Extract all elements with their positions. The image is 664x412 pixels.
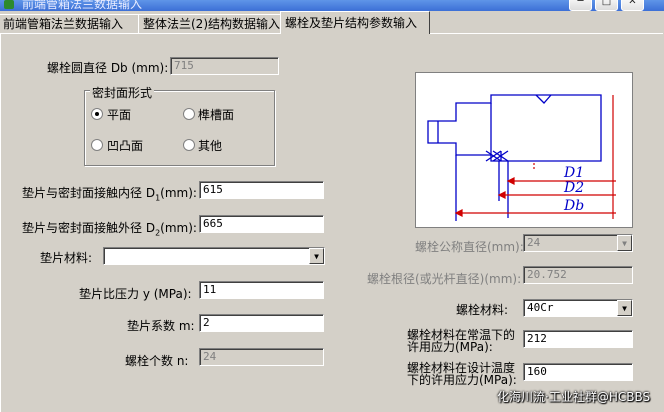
seal-groove-radio[interactable] [183, 108, 195, 120]
d2-label: 垫片与密封面接触外径 D2(mm): [22, 219, 197, 237]
m-label: 垫片系数 m: [127, 319, 195, 333]
tab-integral-flange-label: 整体法兰(2)结构数据输入 [143, 17, 280, 31]
gasket-material-label: 垫片材料: [40, 251, 93, 265]
stress-room-input[interactable]: 212 [523, 330, 633, 348]
seal-concave-radio[interactable] [91, 139, 103, 151]
maximize-button[interactable]: □ [595, 0, 618, 11]
d2-input[interactable]: 665 [199, 215, 324, 233]
bolt-material-select[interactable]: 40Cr ▼ [523, 299, 633, 317]
seal-flat-radio[interactable] [91, 108, 103, 120]
tab-integral-flange[interactable]: 整体法兰(2)结构数据输入 [138, 14, 284, 33]
bolt-nominal-select[interactable]: 24 ▼ [523, 234, 633, 252]
minimize-button[interactable]: ─ [569, 0, 592, 11]
db-input[interactable]: 715 [170, 57, 279, 75]
bolt-nominal-label: 螺栓公称直径(mm): [415, 240, 524, 254]
gasket-material-select[interactable]: ▼ [103, 247, 325, 265]
seal-other-radio[interactable] [183, 139, 195, 151]
stress-design-label-line2: 下的许用应力(MPa): [407, 373, 517, 387]
d1-label-suffix: (mm): [160, 186, 197, 200]
seal-flat-label: 平面 [107, 108, 132, 122]
seal-face-group [84, 90, 275, 166]
n-input[interactable]: 24 [199, 348, 324, 366]
seal-face-group-title: 密封面形式 [90, 84, 155, 101]
m-input[interactable]: 2 [199, 314, 324, 332]
stress-design-label: 螺栓材料在设计温度 下的许用应力(MPa): [407, 362, 517, 386]
seal-concave-label: 凹凸面 [107, 139, 144, 153]
diagram-label-d1: D1 [563, 165, 584, 181]
y-input[interactable]: 11 [199, 281, 324, 299]
tab-front-flange[interactable]: 前端管箱法兰数据输入 [0, 14, 140, 33]
d1-input[interactable]: 615 [199, 181, 324, 199]
bolt-material-value: 40Cr [527, 301, 554, 314]
tab-strip: 前端管箱法兰数据输入 整体法兰(2)结构数据输入 螺栓及垫片结构参数输入 [0, 11, 664, 34]
title-bar: 前端管箱法兰数据输入 ─ □ ✕ [0, 0, 664, 11]
d2-label-text: 垫片与密封面接触外径 D [22, 221, 156, 235]
tab-bolt-gasket-label: 螺栓及垫片结构参数输入 [285, 16, 418, 30]
seal-other-label: 其他 [198, 139, 223, 153]
d1-label: 垫片与密封面接触内径 D1(mm): [22, 184, 197, 202]
stress-room-label-line2: 许用应力(MPa): [407, 340, 493, 354]
bolt-material-label: 螺栓材料: [456, 303, 509, 317]
tab-front-flange-label: 前端管箱法兰数据输入 [3, 17, 124, 31]
chevron-down-icon[interactable]: ▼ [309, 248, 324, 264]
db-label: 螺栓圆直径 Db (mm): [47, 61, 169, 75]
bolt-nominal-value: 24 [527, 236, 541, 249]
chevron-down-icon[interactable]: ▼ [617, 235, 632, 251]
bolt-root-input[interactable]: 20.752 [523, 266, 633, 284]
app-icon [4, 0, 14, 9]
tab-bolt-gasket[interactable]: 螺栓及垫片结构参数输入 [280, 11, 430, 34]
flange-drawing: D1 D2 Db [427, 94, 616, 221]
d2-label-suffix: (mm): [160, 221, 197, 235]
stress-room-label: 螺栓材料在常温下的 许用应力(MPa): [407, 329, 515, 353]
watermark: 化海川流·工业社群@HCBBS [497, 390, 651, 404]
chevron-down-icon[interactable]: ▼ [617, 300, 632, 316]
n-label: 螺栓个数 n: [125, 354, 189, 368]
y-label: 垫片比压力 y (MPa): [79, 287, 192, 301]
bolt-root-label: 螺栓根径(或光杆直径)(mm): [367, 272, 522, 286]
flange-diagram: D1 D2 Db [415, 72, 633, 228]
d1-label-text: 垫片与密封面接触内径 D [22, 186, 156, 200]
stress-design-input[interactable]: 160 [523, 363, 633, 381]
diagram-label-d2: D2 [563, 180, 584, 196]
window-title: 前端管箱法兰数据输入 [22, 0, 143, 11]
close-button[interactable]: ✕ [621, 0, 644, 11]
diagram-label-db: Db [563, 198, 584, 214]
seal-groove-label: 榫槽面 [198, 108, 235, 122]
